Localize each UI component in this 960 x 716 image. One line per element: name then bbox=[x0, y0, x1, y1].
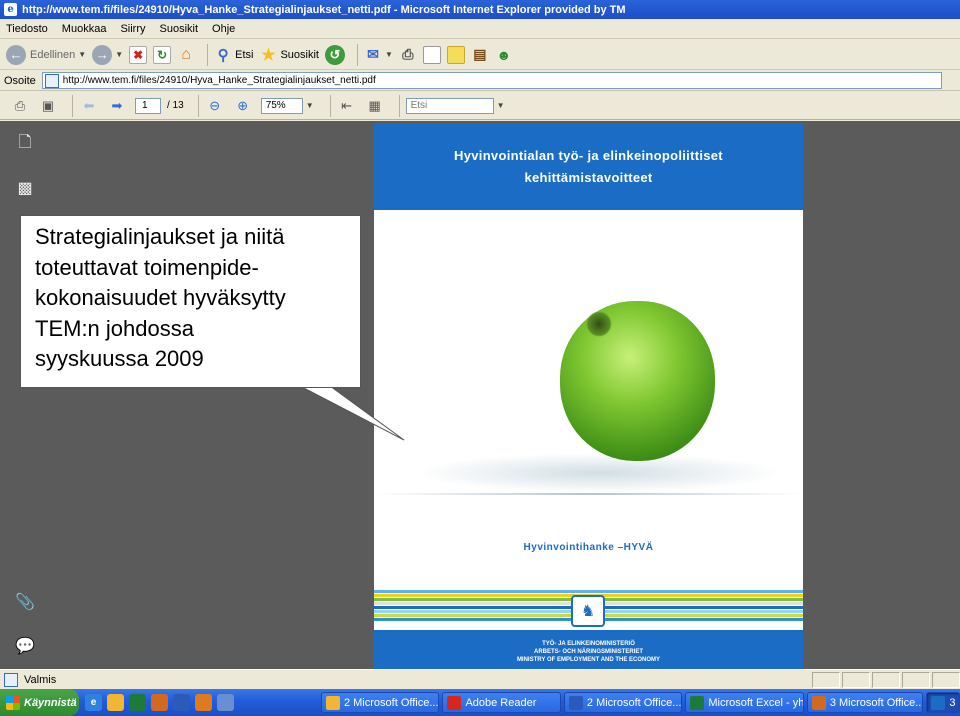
word-icon[interactable] bbox=[172, 694, 190, 711]
status-pane bbox=[902, 672, 930, 688]
callout-line: toteuttavat toimenpide- bbox=[35, 254, 259, 280]
page-icon bbox=[4, 672, 18, 687]
taskbar-button-label: Microsoft Excel - yh... bbox=[708, 696, 804, 709]
start-button[interactable]: Käynnistä bbox=[0, 689, 79, 716]
taskbar-button-label: 2 Microsoft Office... bbox=[586, 696, 682, 709]
status-pane bbox=[812, 672, 840, 688]
ie-icon[interactable]: e bbox=[84, 694, 102, 711]
adobe-reader-icon bbox=[447, 695, 462, 710]
desktop-icon[interactable] bbox=[216, 694, 234, 711]
office-icon bbox=[325, 695, 340, 710]
taskbar: Käynnistä e 2 Microsoft Office... Adobe … bbox=[0, 689, 960, 716]
taskbar-button-label: Adobe Reader bbox=[465, 696, 537, 709]
excel-icon[interactable] bbox=[128, 694, 146, 711]
ie-icon bbox=[931, 695, 946, 710]
taskbar-button-label: 3 Microsoft Office... bbox=[829, 696, 924, 709]
powerpoint-icon bbox=[811, 695, 826, 710]
taskbar-button[interactable]: 2 Microsoft Office... bbox=[320, 692, 440, 713]
taskbar-button[interactable]: 2 Microsoft Office... bbox=[563, 692, 683, 713]
callout-box: Strategialinjaukset ja niitä toteuttavat… bbox=[20, 215, 361, 388]
word-icon bbox=[568, 695, 583, 710]
taskbar-button-label: 2 Microsoft Office... bbox=[343, 696, 439, 709]
callout-line: Strategialinjaukset ja niitä bbox=[35, 224, 285, 249]
powerpoint-icon[interactable] bbox=[150, 694, 168, 711]
status-pane bbox=[932, 672, 960, 688]
taskbar-button[interactable]: 3 Microsoft Office... bbox=[806, 692, 924, 713]
status-text: Valmis bbox=[24, 673, 57, 686]
taskbar-button[interactable]: 3 bbox=[926, 692, 960, 713]
status-pane bbox=[842, 672, 870, 688]
callout-line: kokonaisuudet hyväksytty bbox=[35, 285, 286, 310]
excel-icon bbox=[690, 695, 705, 710]
status-pane bbox=[872, 672, 900, 688]
status-bar: Valmis bbox=[0, 669, 960, 689]
firefox-icon[interactable] bbox=[194, 694, 212, 711]
taskbar-button[interactable]: Microsoft Excel - yh... bbox=[685, 692, 804, 713]
outlook-icon[interactable] bbox=[106, 694, 124, 711]
status-panes bbox=[810, 672, 960, 688]
quick-launch: e bbox=[84, 694, 239, 711]
taskbar-button[interactable]: Adobe Reader bbox=[442, 692, 561, 713]
start-label: Käynnistä bbox=[24, 696, 77, 709]
taskbar-button-label: 3 bbox=[949, 696, 956, 709]
callout-line: syyskuussa 2009 bbox=[35, 346, 204, 371]
callout-line: TEM:n johdossa bbox=[35, 315, 194, 341]
windows-logo-icon bbox=[6, 695, 20, 710]
